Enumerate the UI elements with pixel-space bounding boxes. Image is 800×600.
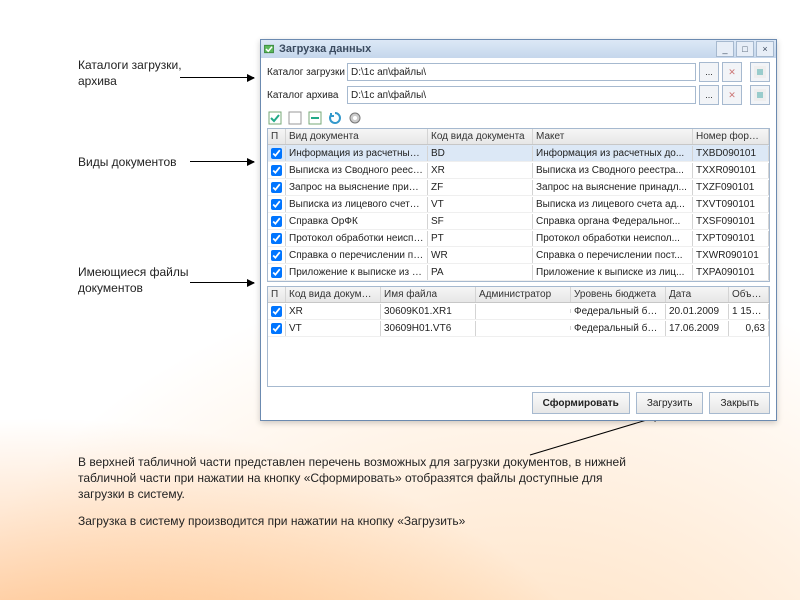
load-button[interactable]: Загрузить [636,392,704,414]
row-checkbox[interactable] [268,265,286,280]
app-icon [263,43,275,55]
dialog-load-data: Загрузка данных _ □ × Каталог загрузки D… [260,39,777,421]
explanation-text: В верхней табличной части представлен пе… [78,454,638,539]
footer-buttons: Сформировать Загрузить Закрыть [261,387,776,420]
archive-catalog-input[interactable]: D:\1с ап\файлы\ [347,86,696,104]
col-check: П [268,129,286,144]
table-row[interactable]: Справка ОрФКSFСправка органа Федеральног… [268,213,769,230]
table-header: П Код вида документа Имя файла Администр… [268,287,769,303]
table-row[interactable]: Приложение к выписке из лиц...PAПриложен… [268,264,769,281]
row-checkbox[interactable] [268,231,286,246]
col-check: П [268,287,286,302]
titlebar: Загрузка данных _ □ × [261,40,776,58]
row-checkbox[interactable] [268,321,286,336]
maximize-button[interactable]: □ [736,41,754,57]
table-row[interactable]: Выписка из Сводного реестра...XRВыписка … [268,162,769,179]
row-checkbox[interactable] [268,214,286,229]
refresh-icon[interactable] [327,110,343,126]
files-grid[interactable]: П Код вида документа Имя файла Администр… [267,286,770,387]
check-half-icon[interactable] [307,110,323,126]
col-date: Дата [666,287,729,302]
close-button[interactable]: × [756,41,774,57]
archive-catalog-help[interactable] [750,85,770,105]
document-types-grid[interactable]: П Вид документа Код вида документа Макет… [267,128,770,282]
row-checkbox[interactable] [268,146,286,161]
arrow-form-button [0,0,1,1]
window-title: Загрузка данных [279,43,714,55]
row-checkbox[interactable] [268,248,286,263]
table-row[interactable]: VT30609H01.VT6Федеральный бюджет17.06.20… [268,320,769,337]
row-checkbox[interactable] [268,304,286,319]
table-header: П Вид документа Код вида документа Макет… [268,129,769,145]
load-catalog-label: Каталог загрузки [267,67,347,78]
row-checkbox[interactable] [268,163,286,178]
arrow-catalogs [180,77,254,78]
col-format: Номер формата [693,129,769,144]
col-filename: Имя файла [381,287,476,302]
table-row[interactable]: XR30609K01.XR1Федеральный бюджет20.01.20… [268,303,769,320]
col-budget: Уровень бюджета [571,287,666,302]
form-button[interactable]: Сформировать [532,392,630,414]
settings-icon[interactable] [347,110,363,126]
annotation-files: Имеющиеся файлы документов [78,265,218,296]
archive-catalog-clear[interactable]: ✕ [722,85,742,105]
col-size: Объем, КБ [729,287,769,302]
toolbar [261,110,776,128]
col-layout: Макет [533,129,693,144]
row-checkbox[interactable] [268,197,286,212]
archive-catalog-browse[interactable]: ... [699,85,719,105]
paths-panel: Каталог загрузки D:\1с ап\файлы\ ... ✕ К… [261,58,776,110]
row-checkbox[interactable] [268,180,286,195]
table-row[interactable]: Запрос на выяснение принадл...ZFЗапрос н… [268,179,769,196]
table-row[interactable]: Выписка из лицевого счета ад...VTВыписка… [268,196,769,213]
arrow-files [190,282,254,283]
col-doctype: Вид документа [286,129,428,144]
close-dialog-button[interactable]: Закрыть [709,392,770,414]
table-row[interactable]: Информация из расчетных до...BDИнформаци… [268,145,769,162]
annotation-catalogs: Каталоги загрузки, архива [78,58,218,89]
col-code: Код вида документа [428,129,533,144]
col-admin: Администратор [476,287,571,302]
load-catalog-input[interactable]: D:\1с ап\файлы\ [347,63,696,81]
archive-catalog-label: Каталог архива [267,90,347,101]
uncheck-all-icon[interactable] [287,110,303,126]
load-catalog-help[interactable] [750,62,770,82]
check-all-icon[interactable] [267,110,283,126]
arrow-doctypes [190,161,254,162]
col-code: Код вида документа [286,287,381,302]
annotation-doctypes: Виды документов [78,155,177,171]
load-catalog-clear[interactable]: ✕ [722,62,742,82]
load-catalog-browse[interactable]: ... [699,62,719,82]
table-row[interactable]: Справка о перечислении пост...WRСправка … [268,247,769,264]
table-row[interactable]: Протокол обработки неисполн...PTПротокол… [268,230,769,247]
minimize-button[interactable]: _ [716,41,734,57]
